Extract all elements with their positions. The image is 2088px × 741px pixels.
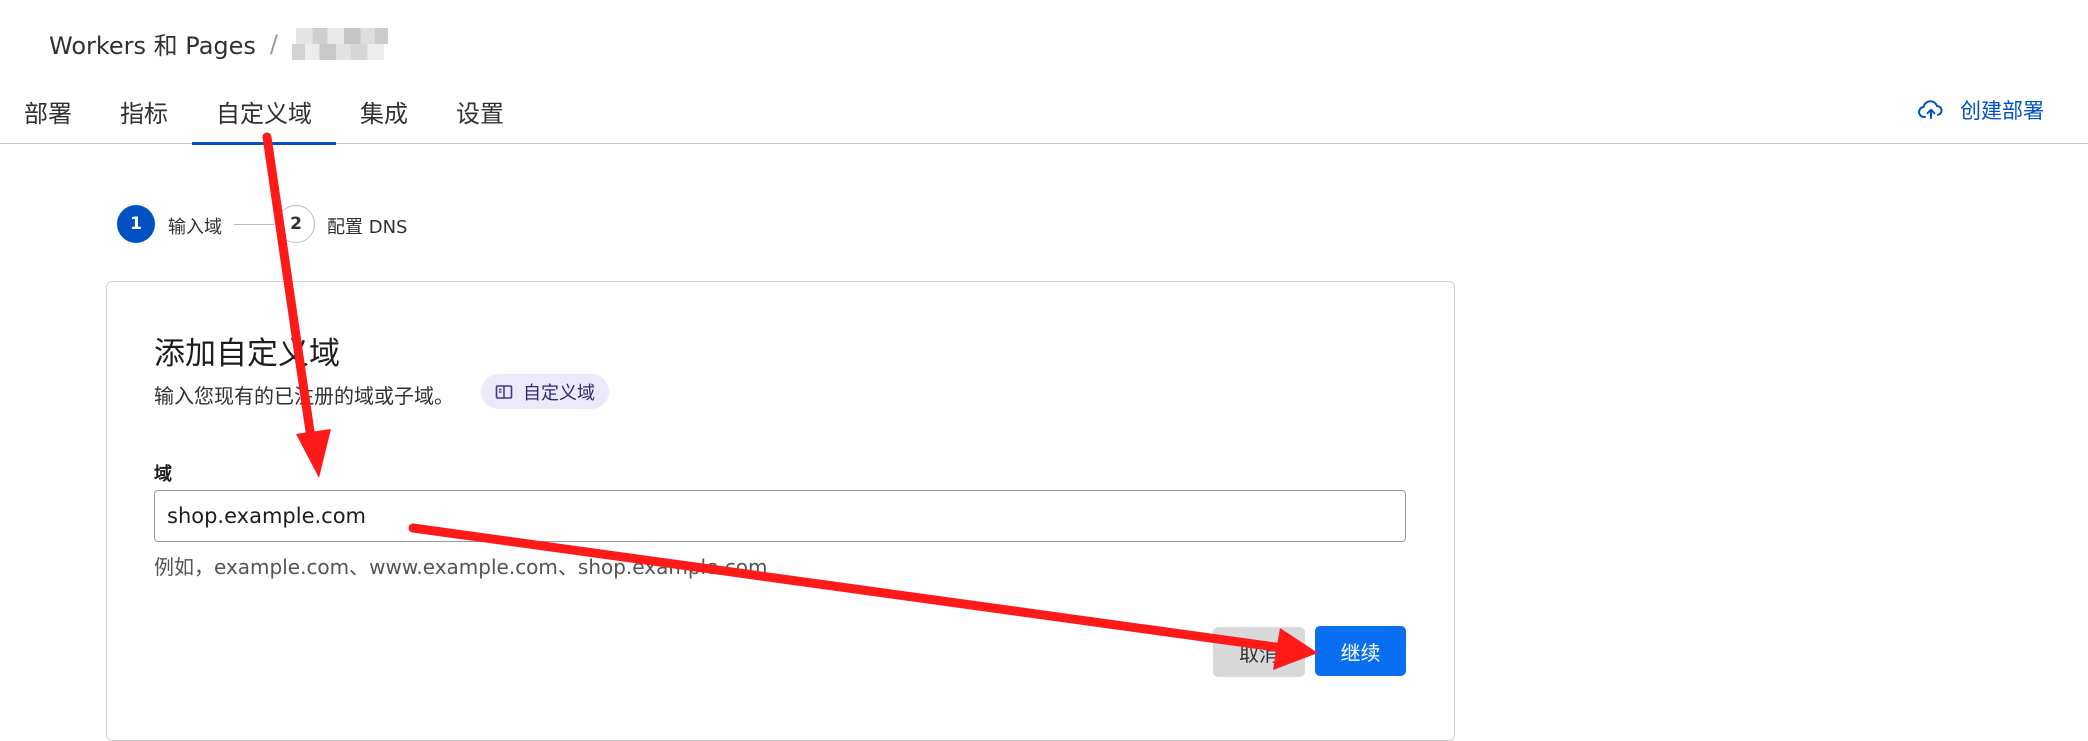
tab-settings[interactable]: 设置 xyxy=(432,80,528,142)
tab-deployments[interactable]: 部署 xyxy=(0,80,96,142)
tab-bar: 部署 指标 自定义域 集成 设置 xyxy=(0,80,528,145)
tab-metrics[interactable]: 指标 xyxy=(96,80,192,142)
domain-field-label: 域 xyxy=(154,464,172,485)
step-2-indicator: 2 xyxy=(277,205,315,243)
tab-custom-domains[interactable]: 自定义域 xyxy=(192,80,336,145)
custom-domain-docs-link[interactable]: 自定义域 xyxy=(481,374,609,409)
domain-hint: 例如，example.com、www.example.com、shop.exam… xyxy=(154,555,768,579)
create-deployment-label: 创建部署 xyxy=(1960,99,2044,123)
cancel-button[interactable]: 取消 xyxy=(1213,627,1305,677)
redacted-project-name xyxy=(292,27,389,60)
docs-link-label: 自定义域 xyxy=(523,382,595,404)
book-icon xyxy=(495,384,513,399)
cloud-upload-icon xyxy=(1918,100,1943,119)
tab-integrations[interactable]: 集成 xyxy=(336,80,432,142)
step-2-label: 配置 DNS xyxy=(327,217,408,238)
card-title: 添加自定义域 xyxy=(154,336,340,372)
continue-button[interactable]: 继续 xyxy=(1315,626,1406,676)
step-1-indicator: 1 xyxy=(117,205,155,243)
breadcrumb-root[interactable]: Workers 和 Pages xyxy=(49,26,256,61)
step-connector xyxy=(234,224,274,225)
card-description: 输入您现有的已注册的域或子域。 xyxy=(154,384,454,408)
step-1-label: 输入域 xyxy=(168,217,222,238)
breadcrumb: Workers 和 Pages / xyxy=(49,26,389,61)
breadcrumb-separator: / xyxy=(269,29,279,58)
domain-input[interactable] xyxy=(154,490,1406,542)
create-deployment-button[interactable]: 创建部署 xyxy=(1918,95,2044,125)
